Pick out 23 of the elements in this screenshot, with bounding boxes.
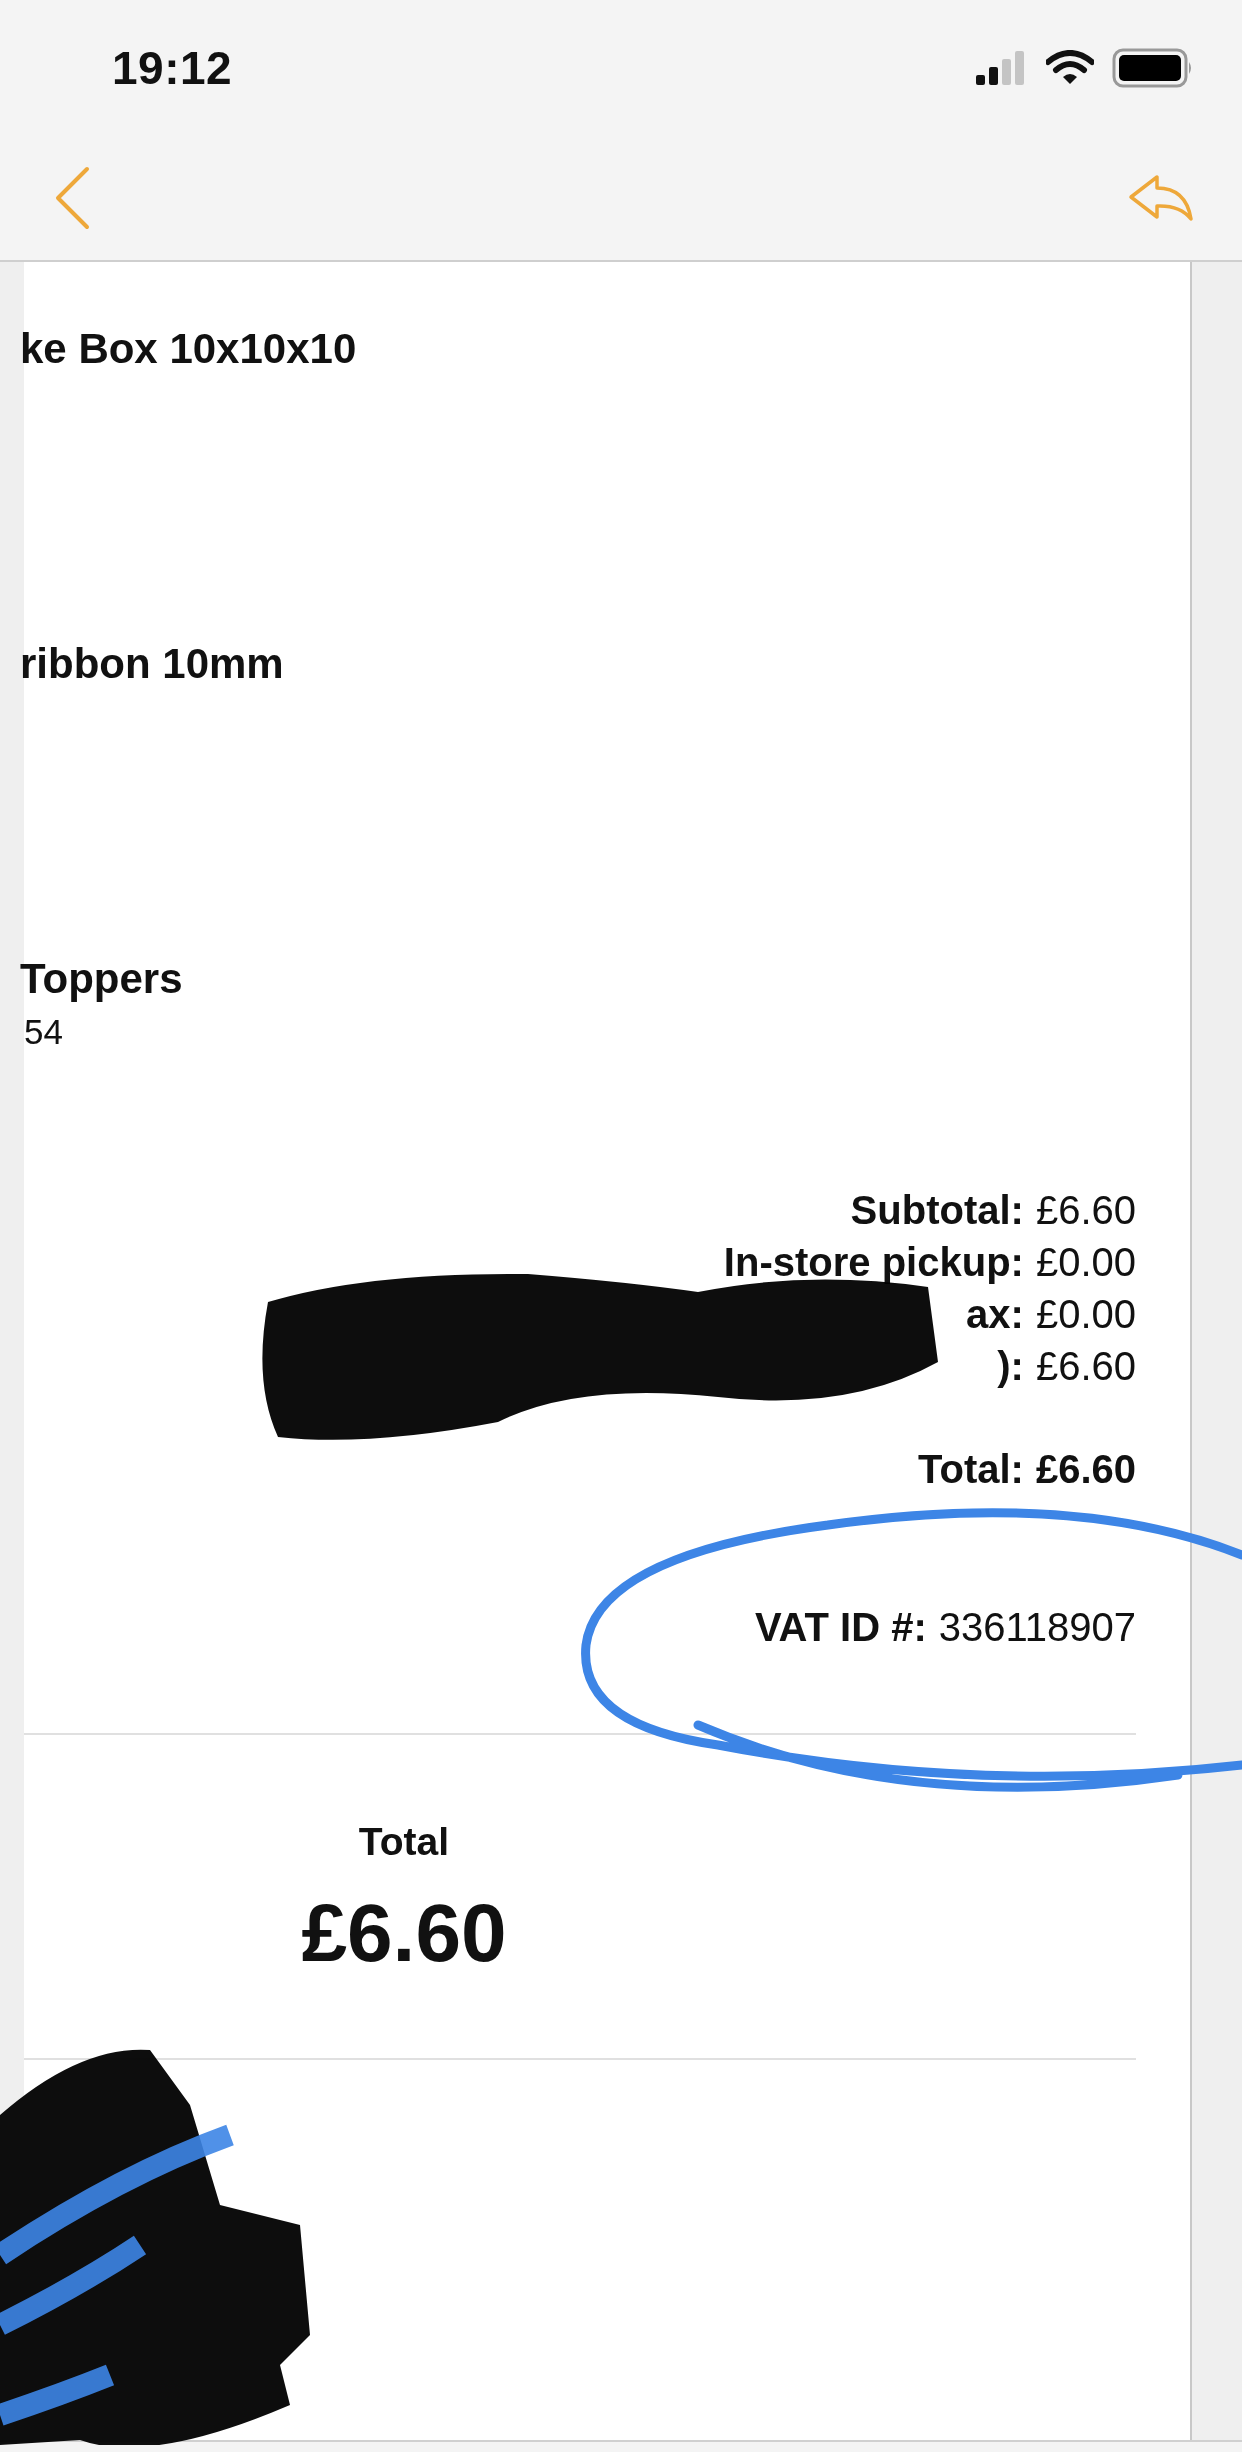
summary-label: Subtotal: xyxy=(850,1187,1024,1234)
battery-icon xyxy=(1112,47,1194,88)
status-time: 19:12 xyxy=(112,40,233,95)
item-detail: 54 xyxy=(24,1011,64,1053)
summary-label: In-store pickup: xyxy=(723,1239,1024,1286)
summary-label: ax: xyxy=(966,1291,1024,1338)
reply-icon[interactable] xyxy=(1128,172,1194,223)
back-icon[interactable] xyxy=(54,165,90,230)
summary-value: £6.60 xyxy=(1035,1187,1136,1234)
grand-total-label: Total xyxy=(358,1819,450,1865)
summary-label: ): xyxy=(997,1343,1024,1390)
vat-value: 336118907 xyxy=(938,1604,1136,1651)
wifi-icon xyxy=(1046,49,1094,86)
total-label: Total: xyxy=(918,1446,1024,1493)
summary-value: £6.60 xyxy=(1035,1343,1136,1390)
grand-total-amount: £6.60 xyxy=(301,1886,507,1980)
summary-value: £0.00 xyxy=(1035,1291,1136,1338)
vat-label: VAT ID #: xyxy=(754,1604,927,1651)
item-name: ke Box 10x10x10 xyxy=(20,326,358,372)
total-value: £6.60 xyxy=(1035,1446,1136,1493)
summary-value: £0.00 xyxy=(1035,1239,1136,1286)
item-name: ribbon 10mm xyxy=(20,641,285,687)
item-name: Toppers xyxy=(20,956,184,1002)
